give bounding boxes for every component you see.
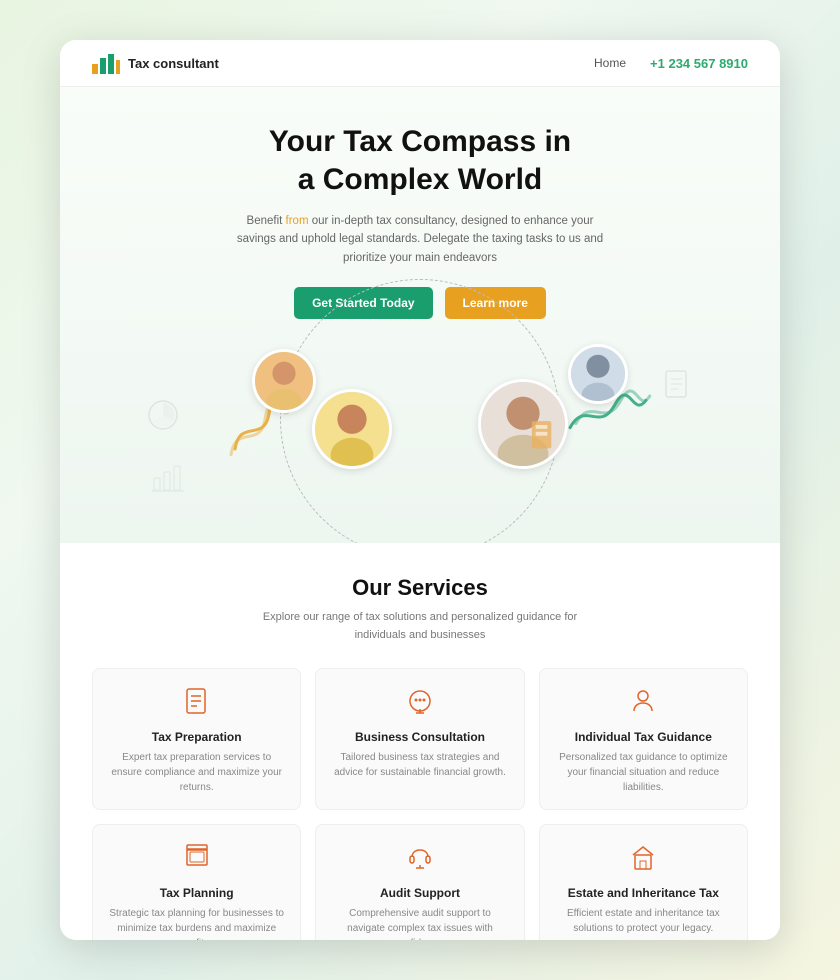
tax-planning-icon [107, 843, 286, 878]
service-desc-business-consultation: Tailored business tax strategies and adv… [330, 750, 509, 780]
service-card-tax-planning: Tax Planning Strategic tax planning for … [92, 824, 301, 940]
service-card-estate-tax: Estate and Inheritance Tax Efficient est… [539, 824, 748, 940]
services-title: Our Services [92, 575, 748, 601]
audit-support-icon [330, 843, 509, 878]
hero-title: Your Tax Compass in a Complex World [92, 123, 748, 198]
service-name-business-consultation: Business Consultation [330, 730, 509, 744]
avatar-1 [252, 349, 316, 413]
hero-visuals [92, 339, 748, 519]
avatar-3 [478, 379, 568, 469]
service-desc-estate-tax: Efficient estate and inheritance tax sol… [554, 906, 733, 936]
individual-tax-icon [554, 687, 733, 722]
hero-section: Your Tax Compass in a Complex World Bene… [60, 87, 780, 543]
services-desc: Explore our range of tax solutions and p… [250, 609, 590, 644]
logo-container: Tax consultant [92, 52, 219, 74]
deco-chart-icon [147, 399, 179, 439]
hero-subtitle: Benefit from our in-depth tax consultanc… [230, 212, 610, 267]
nav-brand-text: Tax consultant [128, 56, 219, 71]
business-consultation-icon [330, 687, 509, 722]
avatar-2 [312, 389, 392, 469]
avatar-4 [568, 344, 628, 404]
service-desc-tax-preparation: Expert tax preparation services to ensur… [107, 750, 286, 795]
nav-home-link[interactable]: Home [594, 56, 626, 70]
service-name-audit-support: Audit Support [330, 886, 509, 900]
service-desc-audit-support: Comprehensive audit support to navigate … [330, 906, 509, 940]
service-name-estate-tax: Estate and Inheritance Tax [554, 886, 733, 900]
tax-preparation-icon [107, 687, 286, 722]
service-name-tax-planning: Tax Planning [107, 886, 286, 900]
service-card-business-consultation: Business Consultation Tailored business … [315, 668, 524, 810]
deco-bar-icon [152, 464, 184, 499]
services-grid: Tax Preparation Expert tax preparation s… [92, 668, 748, 940]
nav-right: Home +1 234 567 8910 [594, 56, 748, 71]
navbar: Tax consultant Home +1 234 567 8910 [60, 40, 780, 87]
service-desc-tax-planning: Strategic tax planning for businesses to… [107, 906, 286, 940]
services-section: Our Services Explore our range of tax so… [60, 543, 780, 940]
deco-document-icon [663, 369, 693, 408]
service-desc-individual-tax: Personalized tax guidance to optimize yo… [554, 750, 733, 795]
service-card-audit-support: Audit Support Comprehensive audit suppor… [315, 824, 524, 940]
service-name-individual-tax: Individual Tax Guidance [554, 730, 733, 744]
service-card-individual-tax: Individual Tax Guidance Personalized tax… [539, 668, 748, 810]
nav-phone: +1 234 567 8910 [650, 56, 748, 71]
service-name-tax-preparation: Tax Preparation [107, 730, 286, 744]
estate-tax-icon [554, 843, 733, 878]
logo-icon [92, 52, 120, 74]
browser-window: Tax consultant Home +1 234 567 8910 Your… [60, 40, 780, 940]
service-card-tax-preparation: Tax Preparation Expert tax preparation s… [92, 668, 301, 810]
